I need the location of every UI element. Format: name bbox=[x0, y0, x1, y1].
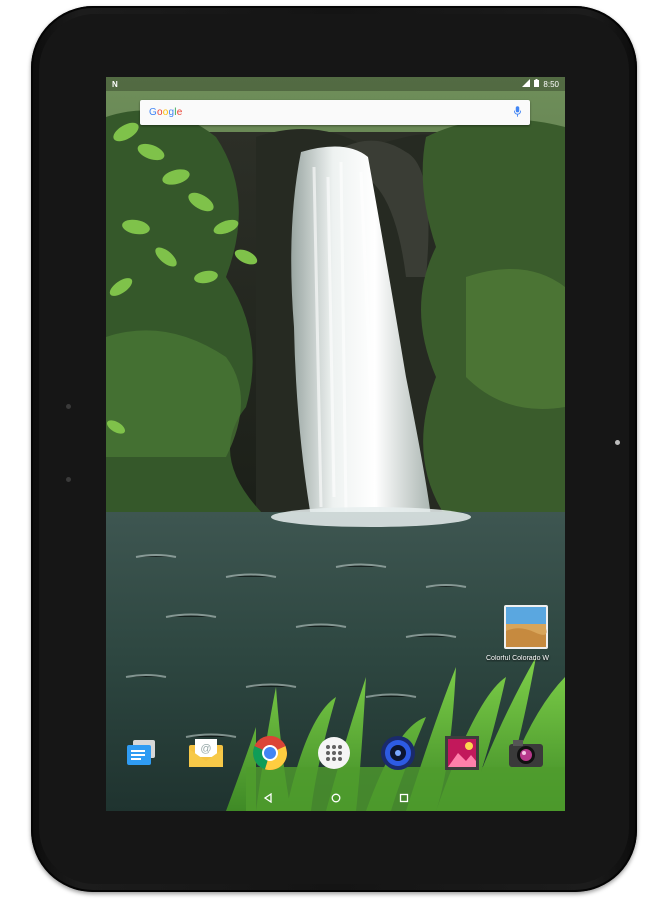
gallery-icon bbox=[445, 736, 479, 770]
wifi-icon bbox=[522, 79, 531, 89]
n-icon: N bbox=[112, 79, 118, 89]
battery-icon bbox=[534, 79, 540, 89]
home-button[interactable] bbox=[331, 790, 341, 808]
app-dock: @ bbox=[106, 729, 565, 777]
gallery-app[interactable] bbox=[442, 733, 482, 773]
camera-icon bbox=[509, 740, 543, 767]
messaging-app[interactable] bbox=[122, 733, 162, 773]
app-drawer-icon bbox=[318, 737, 350, 769]
google-logo: Google bbox=[149, 107, 183, 118]
waterfall-wallpaper bbox=[106, 77, 565, 811]
google-search-bar[interactable]: Google bbox=[140, 100, 530, 125]
desktop-shortcut[interactable] bbox=[504, 605, 548, 649]
recents-icon bbox=[399, 793, 408, 803]
side-sensor-top bbox=[66, 404, 71, 409]
screen: N 8:50 Google Colorful Colorado W @ bbox=[106, 77, 565, 811]
home-icon bbox=[331, 793, 340, 803]
status-bar: N 8:50 bbox=[106, 77, 565, 91]
chrome-icon bbox=[252, 736, 288, 771]
messaging-icon bbox=[127, 740, 155, 765]
status-time: 8:50 bbox=[543, 79, 559, 89]
back-icon bbox=[263, 792, 272, 804]
music-app[interactable] bbox=[378, 733, 418, 773]
back-button[interactable] bbox=[263, 790, 273, 808]
shortcut-label: Colorful Colorado W bbox=[486, 655, 550, 662]
email-icon: @ bbox=[189, 739, 223, 767]
navigation-bar bbox=[106, 787, 565, 811]
recents-button[interactable] bbox=[399, 790, 409, 808]
front-camera bbox=[615, 440, 620, 445]
svg-text:@: @ bbox=[200, 743, 211, 755]
chrome-app[interactable] bbox=[250, 733, 290, 773]
email-app[interactable]: @ bbox=[186, 733, 226, 773]
app-drawer[interactable] bbox=[314, 733, 354, 773]
camera-app[interactable] bbox=[506, 733, 546, 773]
mic-icon[interactable] bbox=[514, 104, 521, 122]
desert-landscape-icon bbox=[504, 605, 548, 649]
side-sensor-bottom bbox=[66, 477, 71, 482]
music-speaker-icon bbox=[381, 736, 415, 770]
